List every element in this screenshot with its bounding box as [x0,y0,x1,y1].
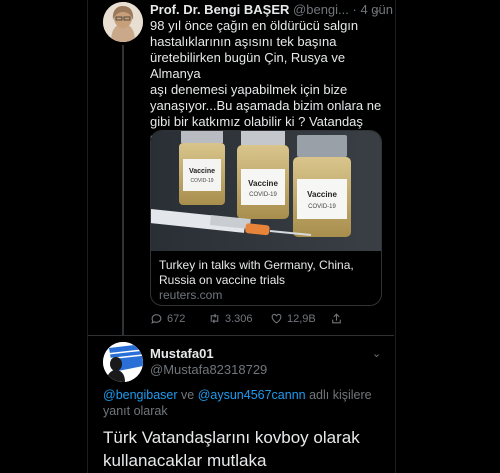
tweet-text: 98 yıl önce çağın en öldürücü salgın has… [150,18,382,145]
mention-link[interactable]: @bengibaser [103,388,178,402]
vial-sublabel: COVID-19 [308,204,336,210]
reply-author-name[interactable]: Mustafa01 [150,346,214,361]
heart-icon [271,313,282,324]
tweet-actions: 672 3.306 12,9B [150,312,380,328]
retweet-action[interactable]: 3.306 [208,312,253,325]
avatar[interactable] [103,342,143,382]
share-action[interactable] [330,312,343,325]
reply-context: @bengibaser ve @aysun4567cannn adlı kişi… [103,387,383,419]
author-line[interactable]: Prof. Dr. Bengi BAŞER @bengi... · 4 gün [150,2,393,17]
retweet-count: 3.306 [225,312,253,325]
vial-sublabel: COVID-19 [249,192,277,198]
chevron-down-icon[interactable]: ⌄ [372,347,381,360]
vial-label: Vaccine [248,179,278,188]
avatar[interactable] [103,2,143,42]
reply-text: Türk Vatandaşlarını kovboy olarak kullan… [103,428,360,470]
card-domain[interactable]: reuters.com [159,288,222,302]
reply-action[interactable]: 672 [150,312,185,325]
retweet-icon [210,313,219,324]
reply-icon [151,314,162,324]
thread-connector-line [122,45,124,335]
author-handle[interactable]: @bengi... [293,2,349,17]
link-card[interactable]: Vaccine COVID-19 Vaccine COVID-19 Vaccin… [150,130,382,306]
mention-link[interactable]: @aysun4567cannn [198,388,306,402]
like-count: 12,9B [287,312,316,325]
reply-connector: ve [177,388,198,402]
share-icon [332,313,341,324]
chevron-down-icon[interactable]: ⌄ [372,3,381,16]
divider [88,335,394,336]
author-name[interactable]: Prof. Dr. Bengi BAŞER [150,2,289,17]
card-image: Vaccine COVID-19 Vaccine COVID-19 Vaccin… [151,131,381,251]
vial-sublabel: COVID-19 [190,178,213,184]
like-action[interactable]: 12,9B [270,312,316,325]
vial-label: Vaccine [189,168,215,175]
card-title[interactable]: Turkey in talks with Germany, China, Rus… [159,258,373,288]
reply-author-handle[interactable]: @Mustafa82318729 [150,362,267,377]
vial-label: Vaccine [307,190,337,199]
reply-count: 672 [167,312,186,325]
